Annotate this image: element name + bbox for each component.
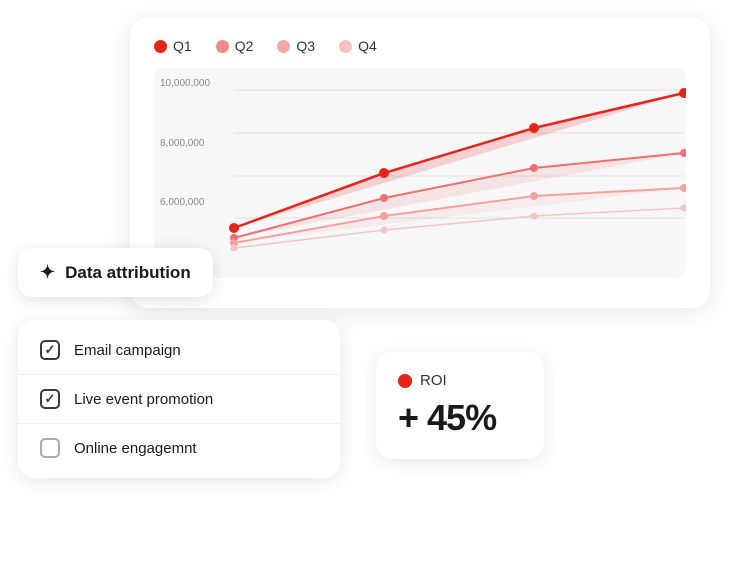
legend-dot-q2 <box>216 40 229 53</box>
checklist-item-email[interactable]: Email campaign <box>18 326 340 375</box>
sparkle-icon: ✦ <box>40 262 55 283</box>
legend-label-q1: Q1 <box>173 38 192 54</box>
checklist-card: Email campaign Live event promotion Onli… <box>18 320 340 478</box>
roi-value: + 45% <box>398 397 522 439</box>
chart-card: Q1 Q2 Q3 Q4 10,000,000 8,000,000 6,000,0… <box>130 18 710 308</box>
checkbox-online[interactable] <box>40 438 60 458</box>
checklist-label-online: Online engagemnt <box>74 440 197 457</box>
checkbox-email[interactable] <box>40 340 60 360</box>
legend-dot-q3 <box>277 40 290 53</box>
legend-item-q2: Q2 <box>216 38 254 54</box>
roi-card: ROI + 45% <box>376 352 544 459</box>
checkbox-live-event[interactable] <box>40 389 60 409</box>
legend-label-q4: Q4 <box>358 38 377 54</box>
legend-label-q2: Q2 <box>235 38 254 54</box>
roi-label: ROI <box>420 372 447 389</box>
legend-item-q4: Q4 <box>339 38 377 54</box>
data-attribution-label: Data attribution <box>65 263 191 283</box>
data-attribution-badge: ✦ Data attribution <box>18 248 213 297</box>
legend-item-q1: Q1 <box>154 38 192 54</box>
chart-svg <box>154 68 686 278</box>
chart-legend: Q1 Q2 Q3 Q4 <box>154 38 686 54</box>
legend-dot-q1 <box>154 40 167 53</box>
checklist-label-email: Email campaign <box>74 342 181 359</box>
legend-label-q3: Q3 <box>296 38 315 54</box>
legend-dot-q4 <box>339 40 352 53</box>
roi-label-row: ROI <box>398 372 522 389</box>
chart-area: 10,000,000 8,000,000 6,000,000 4,000,000 <box>154 68 686 278</box>
roi-dot <box>398 374 412 388</box>
legend-item-q3: Q3 <box>277 38 315 54</box>
checklist-item-live-event[interactable]: Live event promotion <box>18 375 340 424</box>
checklist-label-live-event: Live event promotion <box>74 391 213 408</box>
checklist-item-online[interactable]: Online engagemnt <box>18 424 340 472</box>
